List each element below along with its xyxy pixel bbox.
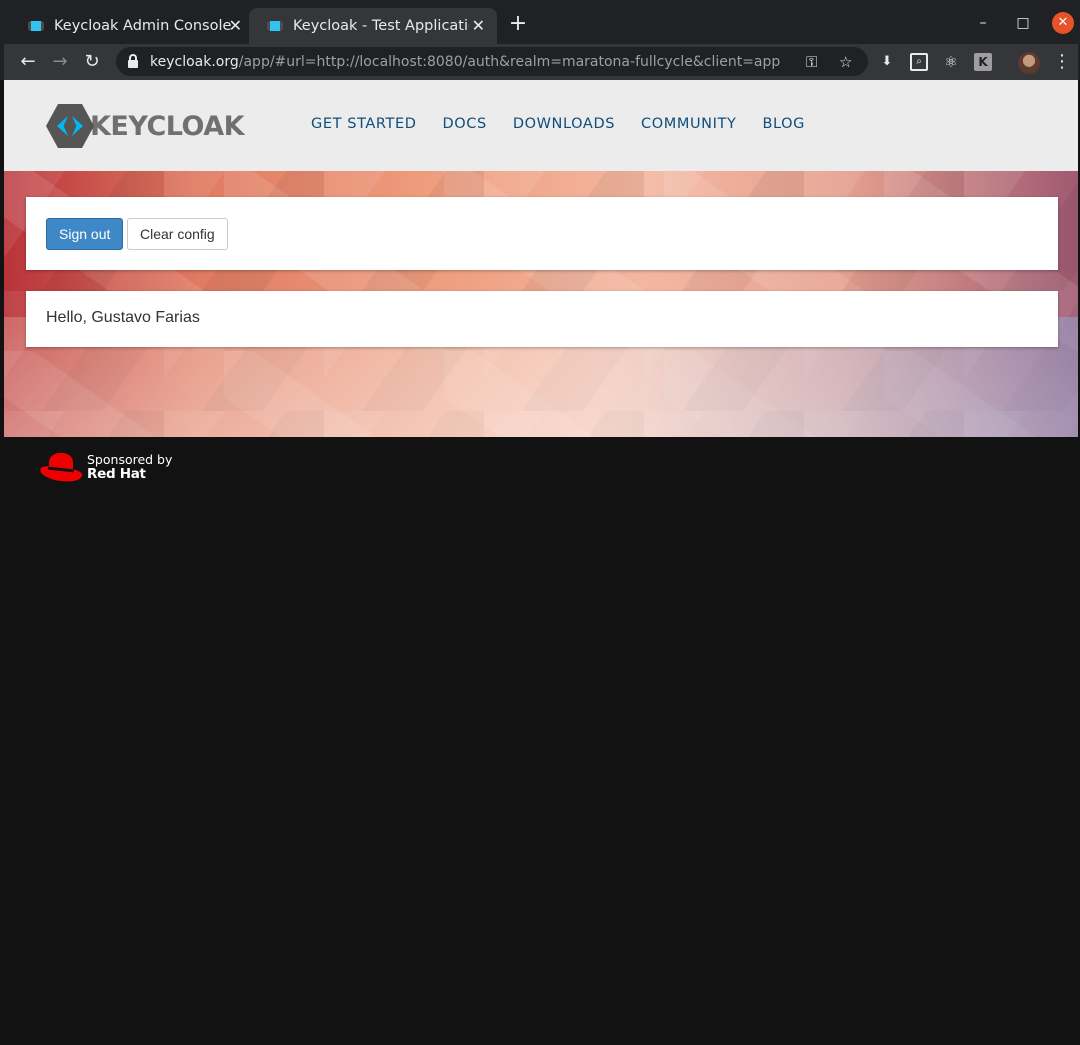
sponsor-name: Red Hat (87, 466, 146, 482)
keycloak-logo-icon (46, 104, 94, 148)
keycloak-favicon-icon (267, 21, 283, 31)
back-arrow-icon[interactable]: ← (16, 50, 40, 74)
tab-title: Keycloak - Test Applicatio (293, 18, 469, 34)
redhat-logo-icon (39, 451, 83, 484)
bookmark-star-icon[interactable]: ☆ (839, 53, 852, 71)
main-nav: GET STARTED DOCS DOWNLOADS COMMUNITY BLO… (311, 116, 831, 132)
react-icon[interactable]: ⚛ (942, 53, 960, 71)
minimize-icon[interactable]: – (972, 12, 994, 34)
logo-text: KEYCLOAK (90, 110, 245, 142)
tab-test-application[interactable]: Keycloak - Test Applicatio ✕ (249, 8, 497, 44)
greeting-text: Hello, Gustavo Farias (46, 309, 200, 326)
tab-strip: Keycloak Admin Console ✕ Keycloak - Test… (4, 0, 1078, 44)
download-icon[interactable]: ⬇ (878, 53, 896, 71)
maximize-icon[interactable]: □ (1012, 12, 1034, 34)
k-extension-icon[interactable]: K (974, 53, 992, 71)
sponsor-footer[interactable]: Sponsored by Red Hat (39, 451, 172, 484)
sponsored-by-label: Sponsored by (87, 452, 173, 467)
browser-menu-icon[interactable]: ⋮ (1052, 50, 1072, 74)
clear-config-button[interactable]: Clear config (127, 218, 228, 250)
sponsor-text: Sponsored by Red Hat (87, 452, 172, 482)
address-bar[interactable]: keycloak.org/app/#url=http://localhost:8… (116, 47, 868, 76)
nav-blog[interactable]: BLOG (762, 116, 805, 132)
browser-toolbar: ← → ↻ keycloak.org/app/#url=http://local… (4, 44, 1078, 80)
site-header: KEYCLOAK GET STARTED DOCS DOWNLOADS COMM… (4, 80, 1078, 171)
lock-icon[interactable] (128, 53, 138, 68)
sign-out-button[interactable]: Sign out (46, 218, 124, 250)
url-text[interactable]: keycloak.org/app/#url=http://localhost:8… (150, 54, 780, 70)
window-close-icon[interactable]: ✕ (1052, 12, 1074, 34)
greeting-panel: Hello, Gustavo Farias (26, 291, 1058, 347)
profile-avatar[interactable] (1018, 52, 1040, 74)
nav-community[interactable]: COMMUNITY (641, 116, 736, 132)
zoom-inspect-icon[interactable]: ⌕ (910, 53, 928, 71)
nav-docs[interactable]: DOCS (443, 116, 487, 132)
keycloak-logo[interactable]: KEYCLOAK (46, 104, 245, 148)
actions-panel: Sign out Clear config (26, 197, 1058, 270)
new-tab-icon[interactable]: + (506, 12, 530, 36)
nav-get-started[interactable]: GET STARTED (311, 116, 417, 132)
tab-close-icon[interactable]: ✕ (229, 17, 242, 35)
tab-keycloak-admin-console[interactable]: Keycloak Admin Console ✕ (10, 8, 254, 44)
keycloak-favicon-icon (28, 21, 44, 31)
reload-icon[interactable]: ↻ (80, 50, 104, 74)
key-icon[interactable]: ⚿ (806, 53, 817, 71)
nav-downloads[interactable]: DOWNLOADS (513, 116, 615, 132)
forward-arrow-icon[interactable]: → (48, 50, 72, 74)
tab-title: Keycloak Admin Console (54, 18, 232, 34)
page-content: KEYCLOAK GET STARTED DOCS DOWNLOADS COMM… (4, 80, 1078, 1045)
tab-close-icon[interactable]: ✕ (472, 17, 485, 35)
browser-chrome: Keycloak Admin Console ✕ Keycloak - Test… (0, 0, 1080, 80)
